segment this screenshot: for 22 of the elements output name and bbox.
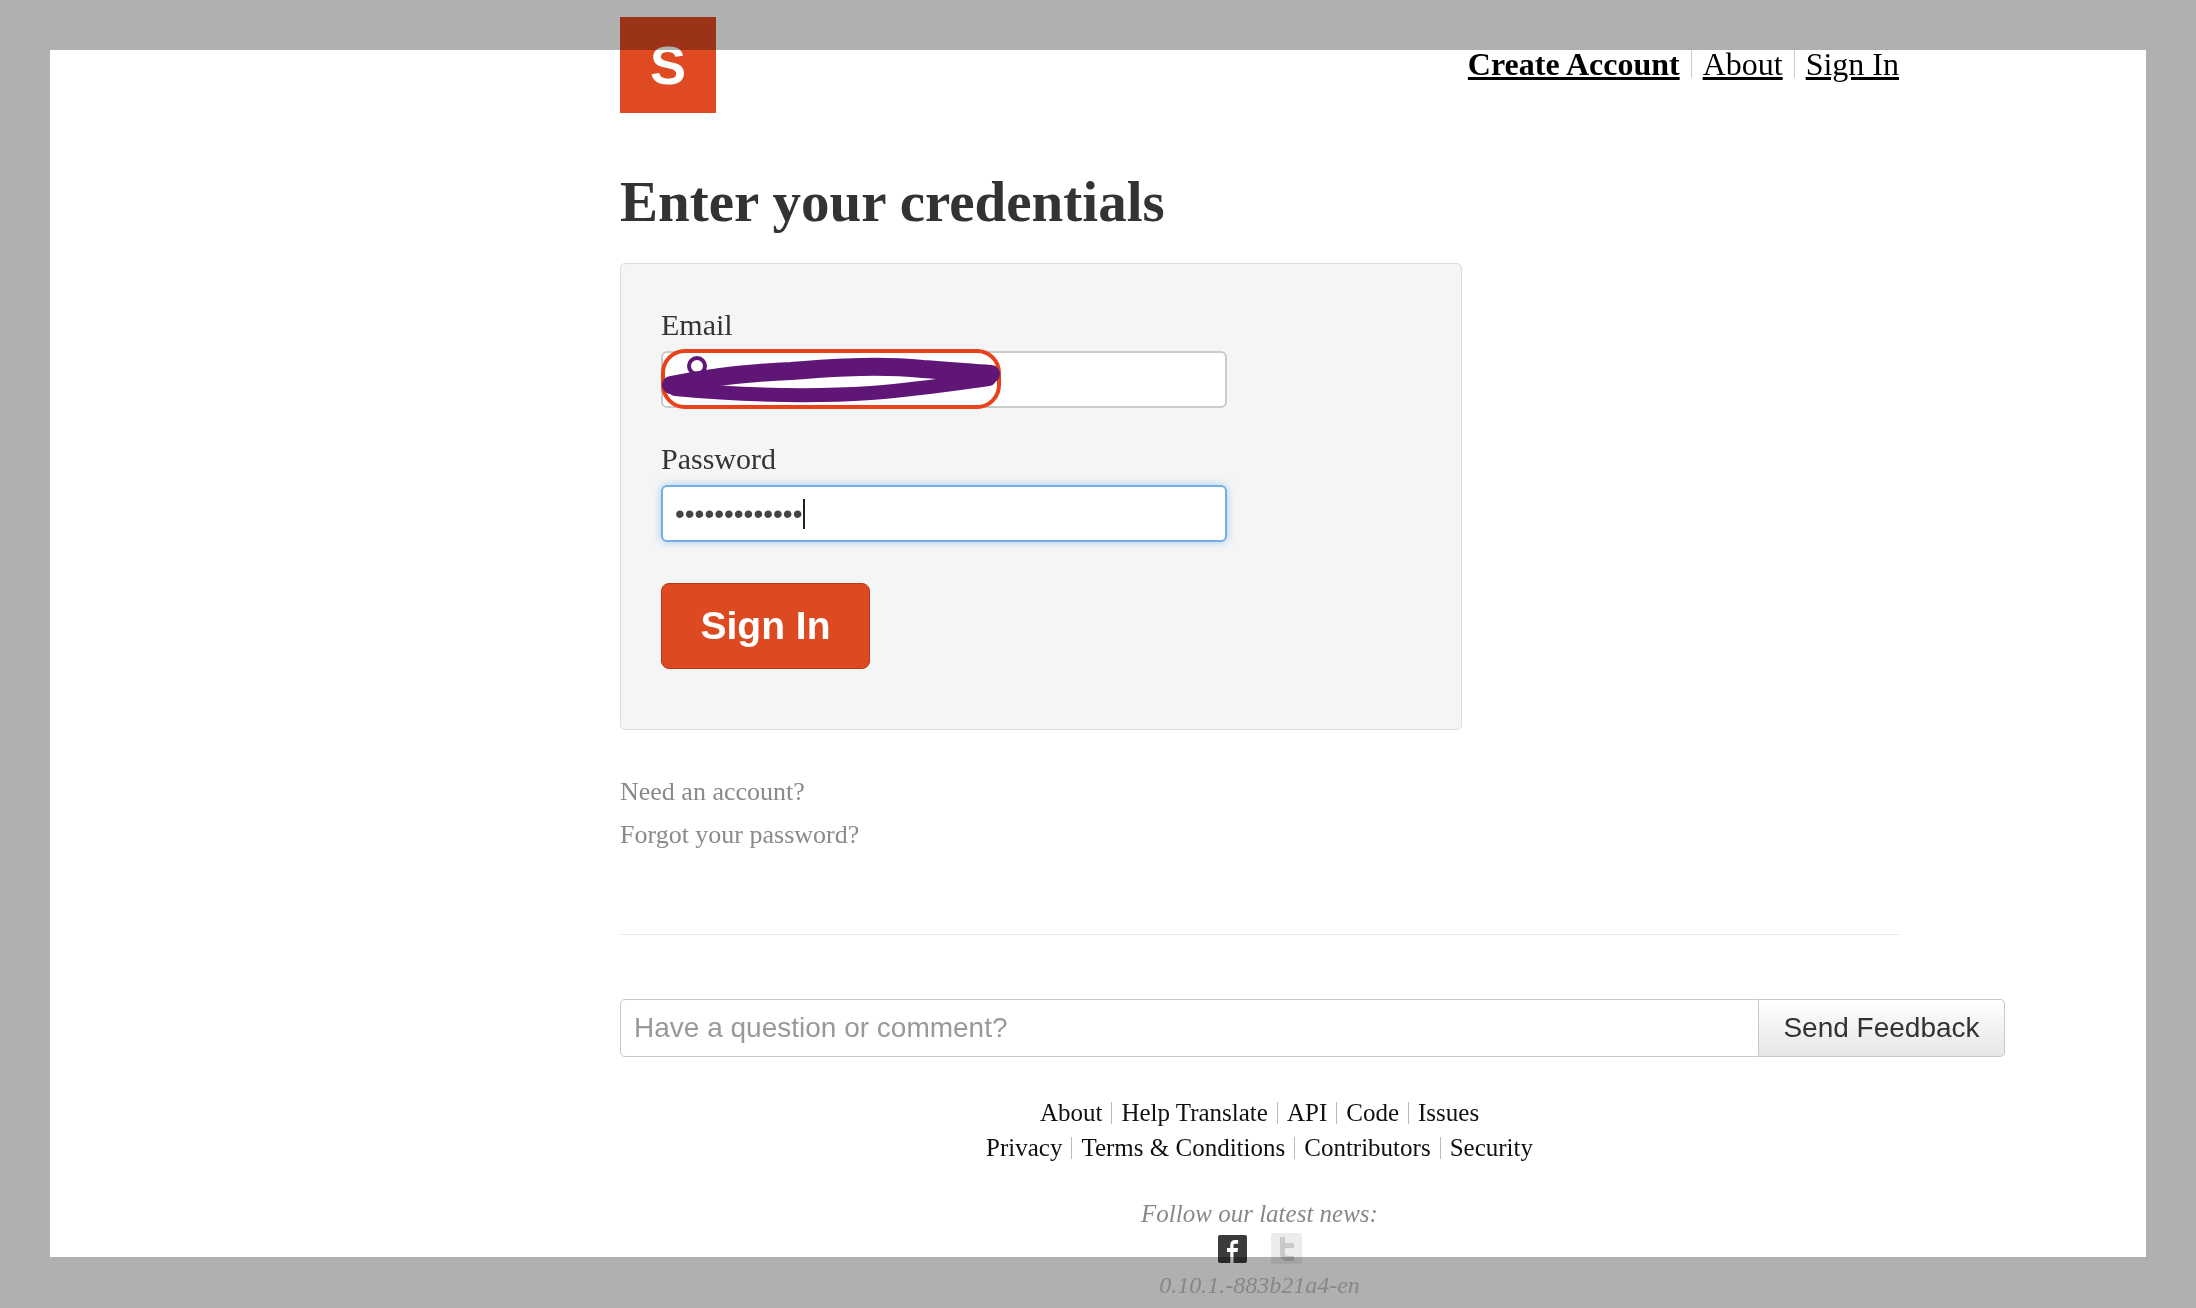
field-label: Email bbox=[661, 307, 734, 343]
footer-link[interactable]: Security bbox=[1449, 1130, 1533, 1165]
input-field[interactable]: ••••••••••••• bbox=[661, 485, 1227, 542]
field-label: Password bbox=[661, 441, 777, 477]
footer-link[interactable]: API bbox=[1286, 1095, 1328, 1130]
footer-link[interactable]: Terms & Conditions bbox=[1081, 1130, 1286, 1165]
footer-link[interactable]: Issues bbox=[1418, 1095, 1480, 1130]
nav-link[interactable]: Create Account bbox=[1467, 44, 1680, 84]
footer-link[interactable]: About bbox=[1039, 1095, 1103, 1130]
nav-link[interactable]: About bbox=[1702, 44, 1783, 84]
footer-link[interactable]: Privacy bbox=[986, 1130, 1063, 1165]
footer-link[interactable]: Code bbox=[1346, 1095, 1399, 1130]
input-field[interactable] bbox=[661, 351, 1227, 408]
follow-caption: Follow our latest news: bbox=[1140, 1199, 1379, 1229]
feedback-input[interactable]: Have a question or comment? bbox=[620, 999, 1759, 1057]
nav-link[interactable]: Sign In bbox=[1805, 44, 1899, 84]
send-feedback-button[interactable]: Send Feedback bbox=[1759, 999, 2005, 1057]
footer-link[interactable]: Help Translate bbox=[1121, 1095, 1268, 1130]
sign-in-button[interactable]: Sign In bbox=[661, 583, 870, 669]
footer-link[interactable]: Contributors bbox=[1304, 1130, 1431, 1165]
page-title: Enter your credentials bbox=[620, 169, 1166, 235]
text-cursor-icon bbox=[803, 498, 806, 529]
